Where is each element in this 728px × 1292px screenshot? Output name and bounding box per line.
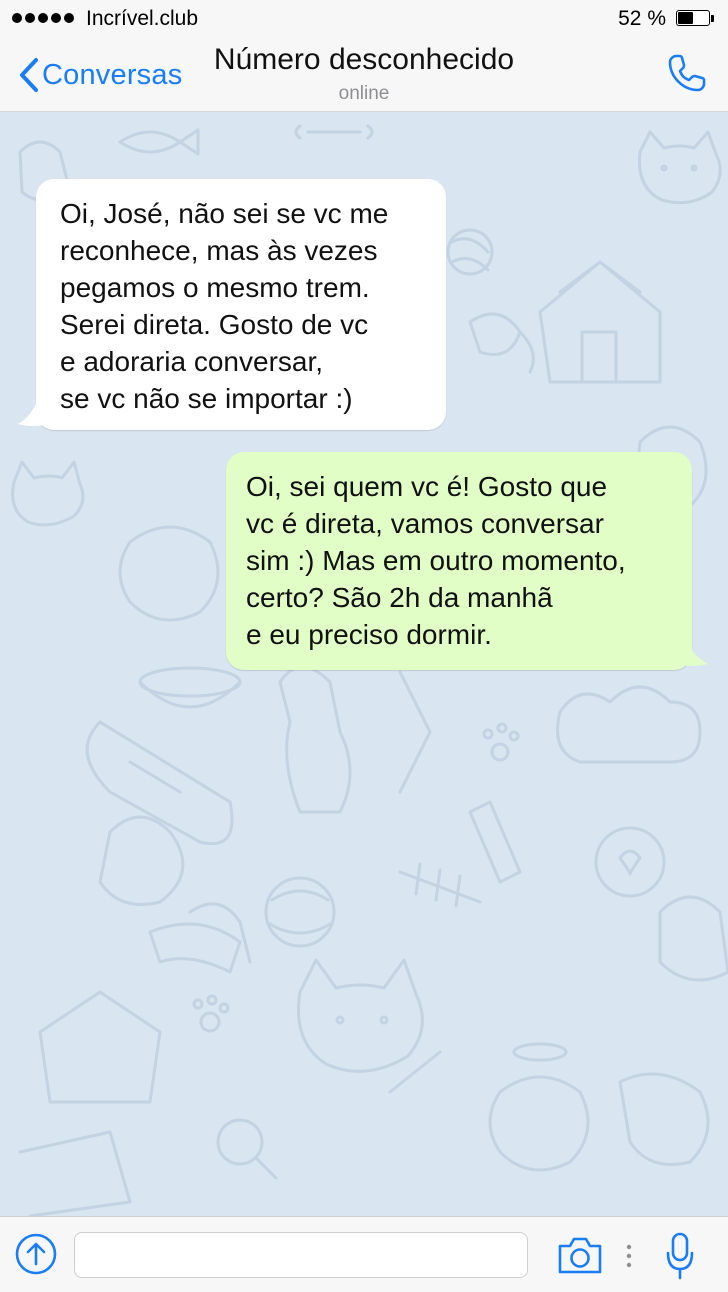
message-input[interactable] xyxy=(74,1232,528,1278)
chat-title: Número desconhecido xyxy=(213,43,515,76)
attach-arrow-icon[interactable] xyxy=(14,1232,58,1276)
camera-icon[interactable] xyxy=(556,1234,604,1276)
chevron-left-icon xyxy=(20,58,38,92)
battery-icon xyxy=(676,10,716,28)
microphone-icon[interactable] xyxy=(664,1231,696,1281)
signal-strength-icon xyxy=(12,13,74,23)
chat-header[interactable]: Número desconhecido online xyxy=(150,42,578,106)
outgoing-message-bubble[interactable]: Oi, sei quem vc é! Gosto que vc é direta… xyxy=(226,452,692,670)
chat-status: online xyxy=(338,83,390,104)
message-text: Oi, sei quem vc é! Gosto que vc é direta… xyxy=(246,471,626,650)
incoming-message-bubble[interactable]: Oi, José, não sei se vc me reconhece, ma… xyxy=(36,179,446,430)
status-bar: Incrível.club 52 % xyxy=(0,0,728,38)
incoming-bubble-tail xyxy=(18,398,50,426)
more-dots-icon[interactable] xyxy=(626,1244,632,1268)
phone-call-icon[interactable] xyxy=(664,50,710,96)
carrier-name: Incrível.club xyxy=(86,7,199,30)
battery-percent: 52 % xyxy=(618,7,666,30)
outgoing-bubble-tail xyxy=(674,638,708,666)
chat-area[interactable]: Oi, José, não sei se vc me reconhece, ma… xyxy=(0,112,728,1216)
phone-screen: Incrível.club 52 % Conversas Número desc… xyxy=(0,0,728,1292)
message-text: Oi, José, não sei se vc me reconhece, ma… xyxy=(60,198,389,414)
navigation-bar: Conversas Número desconhecido online xyxy=(0,38,728,112)
message-input-bar xyxy=(0,1216,728,1292)
